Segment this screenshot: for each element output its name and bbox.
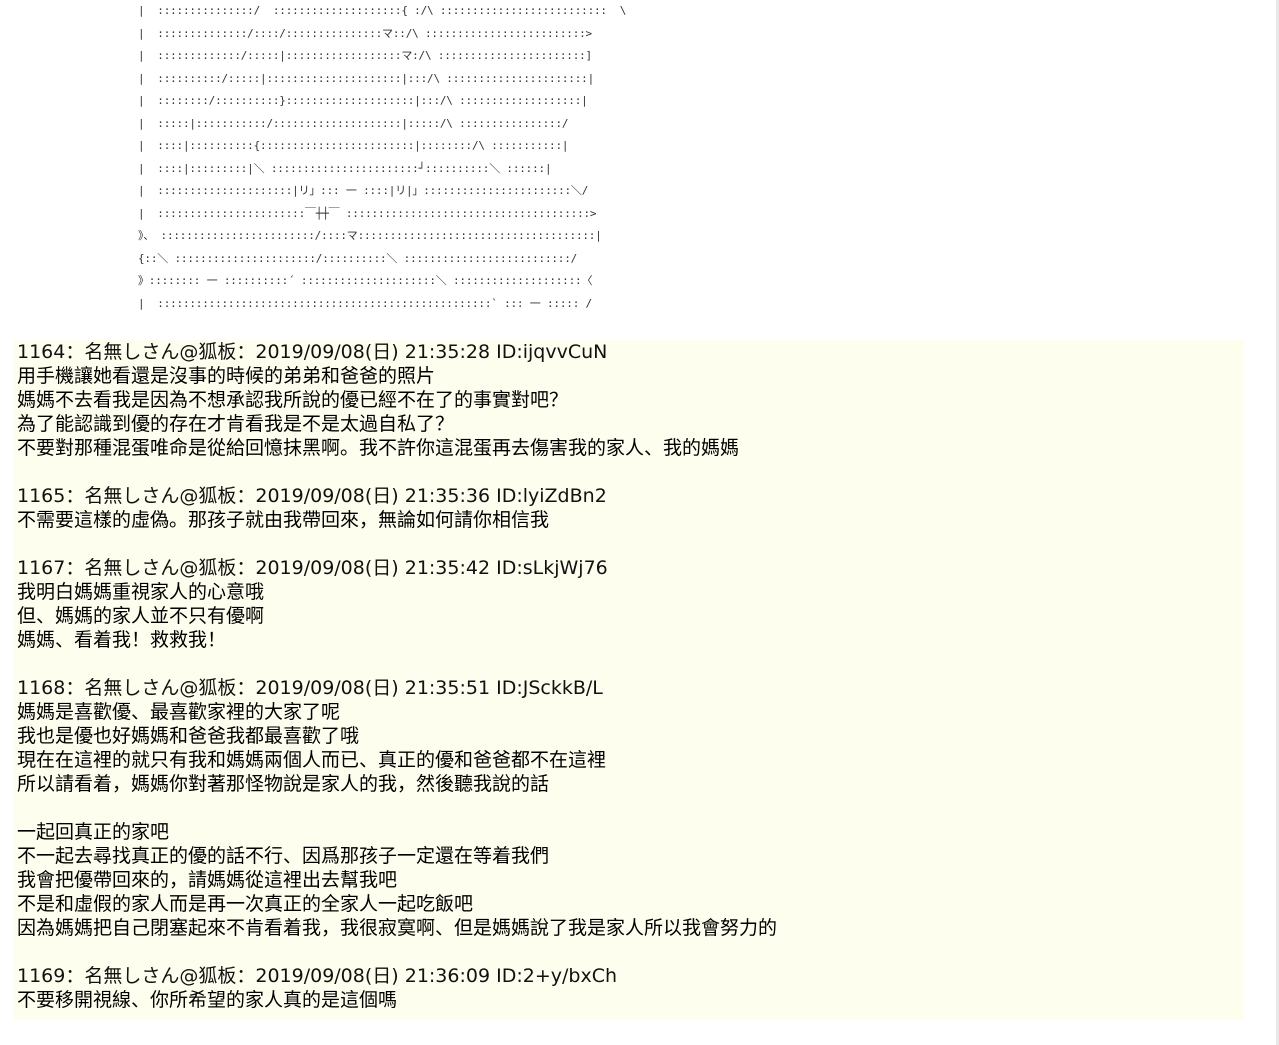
post-header: 1164：名無しさん@狐板：2019/09/08(日) 21:35:28 ID:…	[17, 341, 608, 363]
post-line: 用手機讓她看還是沒事的時候的弟弟和爸爸的照片	[17, 365, 436, 387]
post-line: 不是和虛假的家人而是再一次真正的全家人一起吃飯吧	[17, 893, 474, 915]
post-line: 為了能認識到優的存在才肯看我是不是太過自私了？	[17, 413, 455, 435]
ascii-art-line: | ::::::::::/:::::|:::::::::::::::::::::…	[138, 71, 595, 85]
post-line: 媽媽不去看我是因為不想承認我所說的優已經不在了的事實對吧？	[17, 389, 569, 411]
post: 1165：名無しさん@狐板：2019/09/08(日) 21:35:36 ID:…	[17, 484, 1242, 532]
post-line: 媽媽、看着我！救救我！	[17, 629, 227, 651]
ascii-art: | :::::::::::::::/ ::::::::::::::::::::{…	[138, 0, 626, 315]
ascii-art-line: | ::::::::::::::/::::/:::::::::::::::マ::…	[138, 26, 592, 40]
ascii-art-line: | ::::::::::::::::::::::::::::::::::::::…	[138, 296, 592, 310]
post-line: 現在在這裡的就只有我和媽媽兩個人而已、真正的優和爸爸都不在這裡	[17, 749, 607, 771]
ascii-art-line: | :::::::::::::::/ ::::::::::::::::::::{…	[138, 4, 627, 17]
post-header: 1167：名無しさん@狐板：2019/09/08(日) 21:35:42 ID:…	[17, 557, 608, 579]
post-line: 我會把優帶回來的，請媽媽從這裡出去幫我吧	[17, 869, 398, 891]
post-line: 所以請看着，媽媽你對著那怪物說是家人的我，然後聽我說的話	[17, 773, 550, 795]
ascii-art-line: | ::::|::::::::::{::::::::::::::::::::::…	[138, 139, 569, 152]
post-list: 1164：名無しさん@狐板：2019/09/08(日) 21:35:28 ID:…	[17, 340, 1242, 1036]
post-line: 不要移開視線、你所希望的家人真的是這個嗎	[17, 989, 398, 1011]
post-line: 不一起去尋找真正的優的話不行、因爲那孩子一定還在等着我們	[17, 845, 550, 867]
post-line: 我也是優也好媽媽和爸爸我都最喜歡了哦	[17, 725, 360, 747]
post-line: 但、媽媽的家人並不只有優啊	[17, 605, 265, 627]
ascii-art-line: | :::::::::::::/:::::|::::::::::::::::::…	[138, 49, 592, 62]
ascii-art-line: | :::::::::::::::::::::|リ」::: 一 ::::|リ|」…	[138, 184, 589, 197]
post-line: 不需要這樣的虛偽。那孩子就由我帶回來，無論如何請你相信我	[17, 509, 550, 531]
ascii-art-line: 》:::::::: 一 ::::::::::´ ::::::::::::::::…	[138, 274, 593, 287]
post: 1167：名無しさん@狐板：2019/09/08(日) 21:35:42 ID:…	[17, 556, 1242, 652]
post-line: 一起回真正的家吧	[17, 821, 170, 843]
ascii-art-line: | ::::|:::::::::|＼ :::::::::::::::::::::…	[138, 161, 552, 175]
ascii-art-line: 》、 ::::::::::::::::::::::::/::::マ:::::::…	[138, 229, 602, 242]
post-line: 我明白媽媽重視家人的心意哦	[17, 581, 265, 603]
post-line: 媽媽是喜歡優、最喜歡家裡的大家了呢	[17, 701, 341, 723]
post-line: 不要對那種混蛋唯命是從給回憶抹黑啊。我不許你這混蛋再去傷害我的家人、我的媽媽	[17, 437, 740, 459]
post-header: 1165：名無しさん@狐板：2019/09/08(日) 21:35:36 ID:…	[17, 485, 607, 507]
post-line: 因為媽媽把自己閉塞起來不肯看着我，我很寂寞啊、但是媽媽說了我是家人所以我會努力的	[17, 917, 778, 939]
ascii-art-line: | :::::::::::::::::::::::￣┼┼￣ ::::::::::…	[138, 206, 597, 220]
post-header: 1168：名無しさん@狐板：2019/09/08(日) 21:35:51 ID:…	[17, 677, 603, 699]
thread-panel: 1164：名無しさん@狐板：2019/09/08(日) 21:35:28 ID:…	[14, 340, 1244, 1020]
ascii-art-line: | ::::::::/::::::::::}::::::::::::::::::…	[138, 94, 588, 107]
post-blank-line	[17, 796, 1242, 820]
post-header: 1169：名無しさん@狐板：2019/09/08(日) 21:36:09 ID:…	[17, 965, 618, 987]
post: 1168：名無しさん@狐板：2019/09/08(日) 21:35:51 ID:…	[17, 676, 1242, 940]
ascii-art-line: {::＼ ::::::::::::::::::::::/::::::::::＼ …	[138, 251, 578, 265]
post: 1164：名無しさん@狐板：2019/09/08(日) 21:35:28 ID:…	[17, 340, 1242, 460]
ascii-art-line: | :::::|:::::::::::/::::::::::::::::::::…	[138, 116, 569, 130]
post: 1169：名無しさん@狐板：2019/09/08(日) 21:36:09 ID:…	[17, 964, 1242, 1012]
